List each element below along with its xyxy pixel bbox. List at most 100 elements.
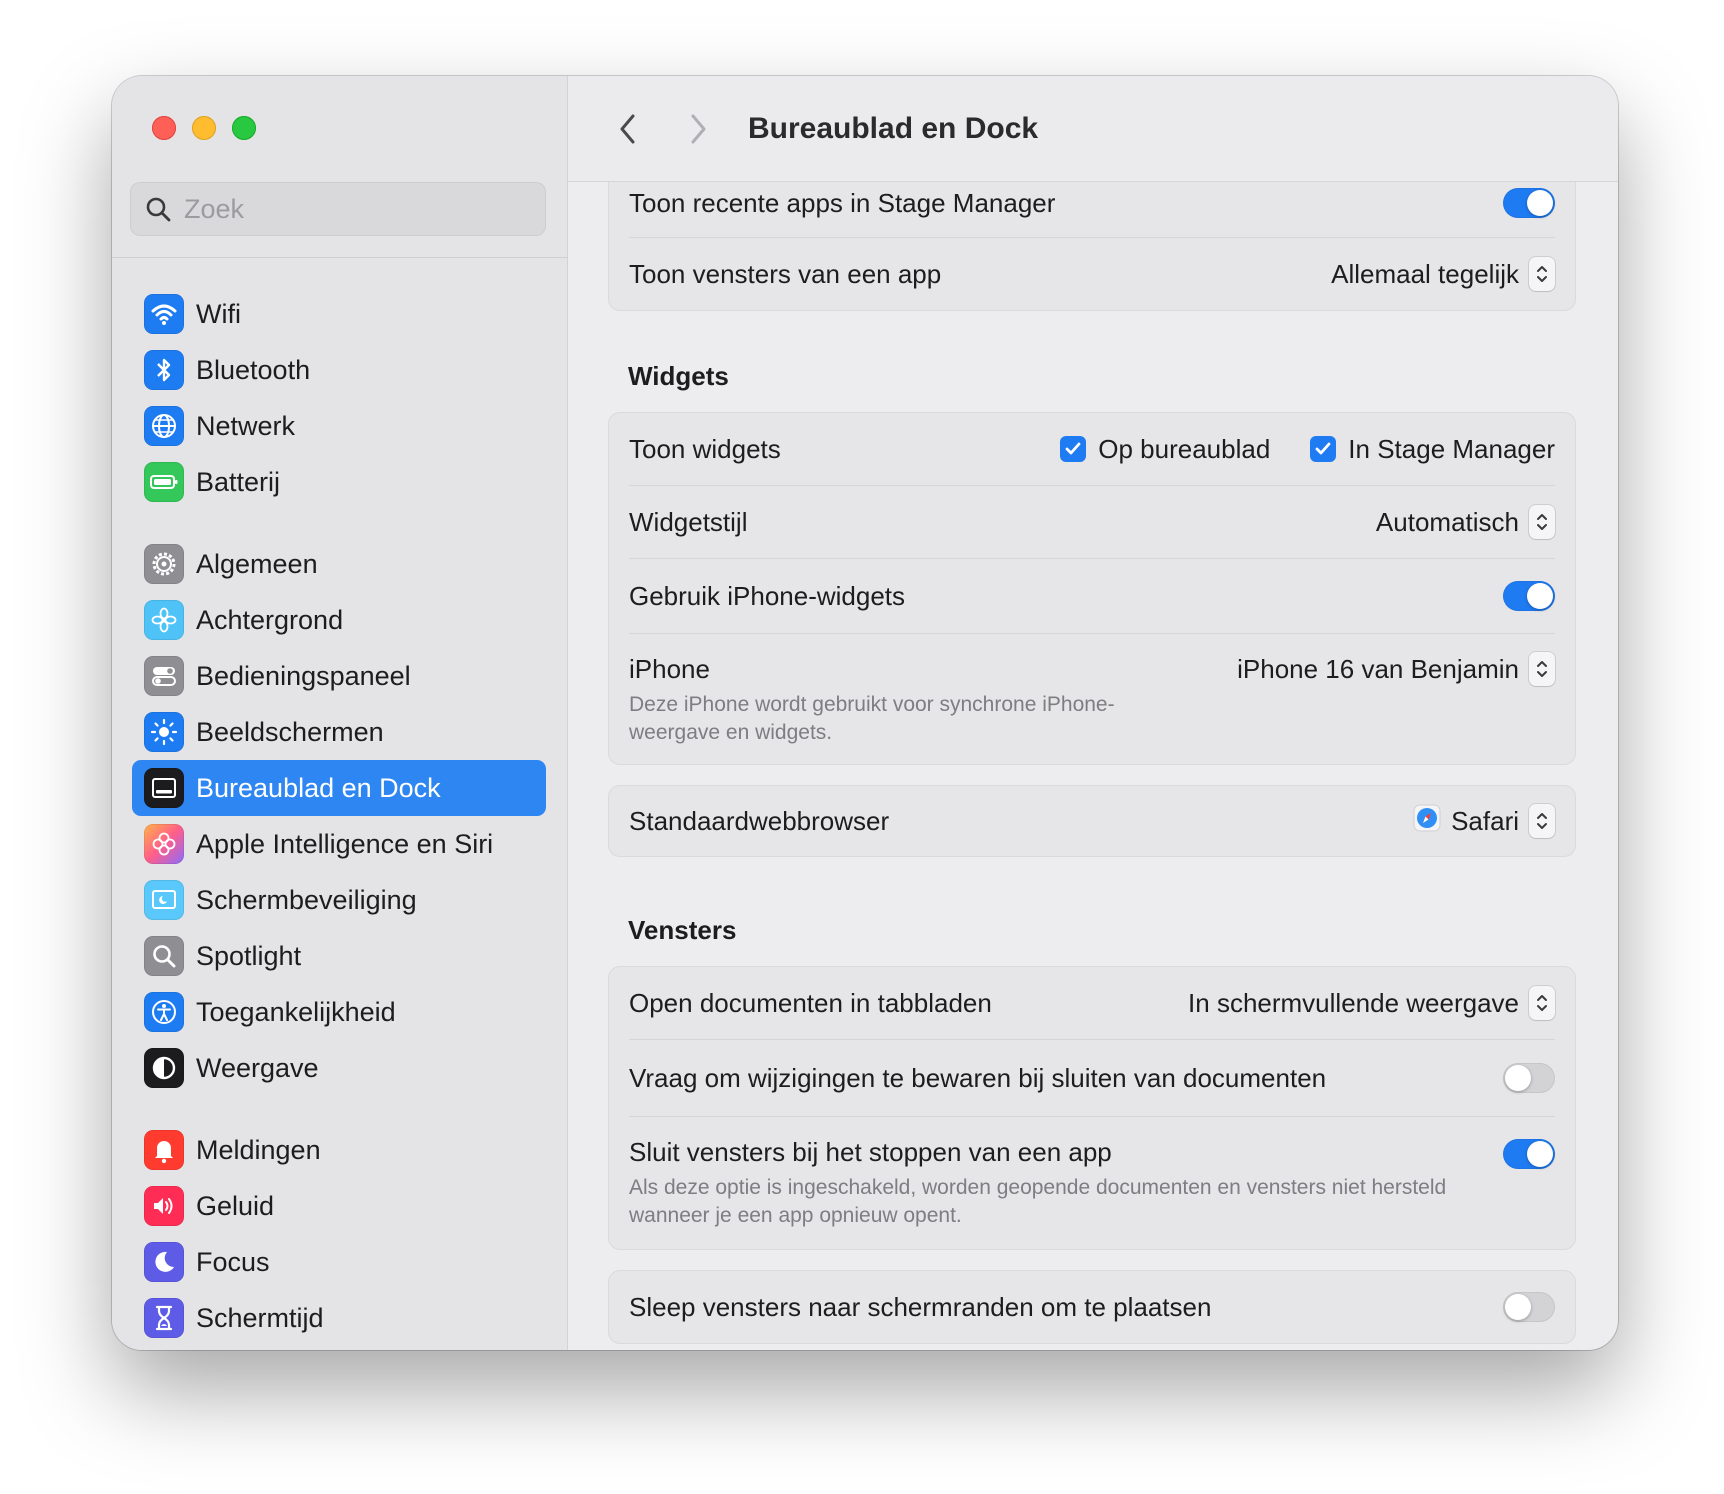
in-stage-manager-checkbox[interactable] <box>1310 436 1337 462</box>
sidebar-item-weergave[interactable]: Weergave <box>132 1040 546 1096</box>
sidebar-divider <box>112 257 567 258</box>
gear-icon <box>144 544 184 584</box>
sidebar-item-label: Netwerk <box>196 410 296 441</box>
sidebar-item-label: Bluetooth <box>196 354 311 385</box>
toggle-knob <box>1527 583 1553 609</box>
sidebar-item-bedieningspaneel[interactable]: Bedieningspaneel <box>132 648 546 704</box>
default-browser-popup[interactable]: Safari <box>1413 804 1555 839</box>
sidebar-item-batterij[interactable]: Batterij <box>132 454 546 510</box>
close-windows-text: Sluit vensters bij het stoppen van een a… <box>629 1117 1449 1230</box>
sidebar-item-label: Bedieningspaneel <box>196 660 411 691</box>
sidebar-item-meldingen[interactable]: Meldingen <box>132 1122 546 1178</box>
sidebar-item-geluid[interactable]: Geluid <box>132 1178 546 1234</box>
sidebar-item-achtergrond[interactable]: Achtergrond <box>132 592 546 648</box>
windows-card: Open documenten in tabbladen In schermvu… <box>608 966 1576 1250</box>
ask-save-toggle[interactable] <box>1503 1063 1555 1093</box>
sidebar-item-wifi[interactable]: Wifi <box>132 286 546 342</box>
widget-style-label: Widgetstijl <box>629 506 748 537</box>
sidebar-item-label: Batterij <box>196 466 281 497</box>
iphone-widgets-toggle[interactable] <box>1503 581 1555 611</box>
toggle-knob <box>1505 1065 1531 1091</box>
sidebar-item-label: Apple Intelligence en Siri <box>196 828 494 859</box>
windows-section-title: Vensters <box>628 915 737 945</box>
recent-apps-toggle[interactable] <box>1503 188 1555 218</box>
globe-icon <box>144 406 184 446</box>
in-stage-manager-label: In Stage Manager <box>1348 433 1555 464</box>
sidebar-item-apple-intelligence-siri[interactable]: Apple Intelligence en Siri <box>132 816 546 872</box>
zoom-window-button[interactable] <box>232 116 256 140</box>
ask-save-row: Vraag om wijzigingen te bewaren bij slui… <box>629 1040 1555 1117</box>
sidebar-item-label: Weergave <box>196 1052 319 1083</box>
moon-icon <box>144 1242 184 1282</box>
sidebar-item-label: Beeldschermen <box>196 716 384 747</box>
siri-icon <box>144 824 184 864</box>
iphone-value: iPhone 16 van Benjamin <box>1237 653 1519 684</box>
sidebar-item-bureaublad-en-dock[interactable]: Bureaublad en Dock <box>132 760 546 816</box>
sidebar-item-algemeen[interactable]: Algemeen <box>132 536 546 592</box>
magnifier-icon <box>144 936 184 976</box>
open-tabs-label: Open documenten in tabbladen <box>629 987 992 1018</box>
chevron-right-icon <box>691 114 706 143</box>
sidebar-group-connectivity: Wifi Bluetooth Netwerk Batterij <box>132 286 546 510</box>
iphone-row: iPhone Deze iPhone wordt gebruikt voor s… <box>629 634 1555 764</box>
sidebar-item-schermtijd[interactable]: Schermtijd <box>132 1290 546 1346</box>
sidebar-group-notifications: Meldingen Geluid Focus Schermtijd <box>132 1122 546 1346</box>
sidebar-item-toegankelijkheid[interactable]: Toegankelijkheid <box>132 984 546 1040</box>
screensaver-icon <box>144 880 184 920</box>
drag-edges-toggle[interactable] <box>1503 1292 1555 1322</box>
toolbar: Bureaublad en Dock <box>568 76 1618 182</box>
appearance-icon <box>144 1048 184 1088</box>
sidebar-item-spotlight[interactable]: Spotlight <box>132 928 546 984</box>
stage-manager-card: Toon recente apps in Stage Manager Toon … <box>608 168 1576 311</box>
forward-button[interactable] <box>678 109 718 149</box>
sidebar-item-label: Toegankelijkheid <box>196 996 396 1027</box>
recent-apps-label: Toon recente apps in Stage Manager <box>629 187 1056 218</box>
drag-edges-card: Sleep vensters naar schermranden om te p… <box>608 1270 1576 1344</box>
widget-style-row: Widgetstijl Automatisch <box>629 486 1555 559</box>
sidebar-item-beeldschermen[interactable]: Beeldschermen <box>132 704 546 760</box>
search-input[interactable] <box>182 192 526 226</box>
sidebar-item-bluetooth[interactable]: Bluetooth <box>132 342 546 398</box>
on-desktop-label: Op bureaublad <box>1098 433 1271 464</box>
bell-icon <box>144 1130 184 1170</box>
ask-save-label: Vraag om wijzigingen te bewaren bij slui… <box>629 1062 1327 1093</box>
widget-style-popup[interactable]: Automatisch <box>1376 505 1555 539</box>
traffic-lights <box>152 116 256 140</box>
iphone-widgets-row: Gebruik iPhone-widgets <box>629 559 1555 634</box>
search-field[interactable] <box>130 182 546 236</box>
minimize-window-button[interactable] <box>192 116 216 140</box>
sidebar-list: Wifi Bluetooth Netwerk Batterij Algemeen… <box>132 286 546 1350</box>
sidebar-item-label: Wifi <box>196 298 241 329</box>
iphone-widgets-label: Gebruik iPhone-widgets <box>629 580 906 611</box>
sidebar-item-schermbeveiliging[interactable]: Schermbeveiliging <box>132 872 546 928</box>
search-icon <box>144 195 172 223</box>
app-windows-popup[interactable]: Allemaal tegelijk <box>1331 257 1555 291</box>
show-widgets-options: Op bureaublad In Stage Manager <box>1060 434 1555 465</box>
close-windows-toggle[interactable] <box>1503 1139 1555 1169</box>
iphone-label: iPhone <box>629 654 710 684</box>
close-windows-label: Sluit vensters bij het stoppen van een a… <box>629 1137 1112 1167</box>
app-windows-value: Allemaal tegelijk <box>1331 258 1519 289</box>
sidebar-item-focus[interactable]: Focus <box>132 1234 546 1290</box>
back-button[interactable] <box>608 109 648 149</box>
sidebar-item-label: Spotlight <box>196 940 302 971</box>
chevron-left-icon <box>620 114 635 143</box>
hourglass-icon <box>144 1298 184 1338</box>
close-window-button[interactable] <box>152 116 176 140</box>
dock-icon <box>144 768 184 808</box>
sidebar-item-label: Achtergrond <box>196 604 344 635</box>
sidebar-item-netwerk[interactable]: Netwerk <box>132 398 546 454</box>
settings-content: Toon recente apps in Stage Manager Toon … <box>608 168 1576 1344</box>
battery-icon <box>144 462 184 502</box>
settings-window: Wifi Bluetooth Netwerk <box>112 76 1618 1350</box>
browser-card: Standaardwebbrowser Safari <box>608 785 1576 857</box>
accessibility-icon <box>144 992 184 1032</box>
show-widgets-row: Toon widgets Op bureaublad In Stage Mana… <box>629 413 1555 486</box>
iphone-popup[interactable]: iPhone 16 van Benjamin <box>1237 634 1555 686</box>
main-pane: Bureaublad en Dock Toon recente apps in … <box>568 76 1618 1350</box>
open-tabs-popup[interactable]: In schermvullende weergave <box>1188 986 1555 1020</box>
on-desktop-checkbox[interactable] <box>1060 436 1087 462</box>
bluetooth-icon <box>144 350 184 390</box>
open-tabs-row: Open documenten in tabbladen In schermvu… <box>629 967 1555 1040</box>
sidebar-item-label: Algemeen <box>196 548 318 579</box>
